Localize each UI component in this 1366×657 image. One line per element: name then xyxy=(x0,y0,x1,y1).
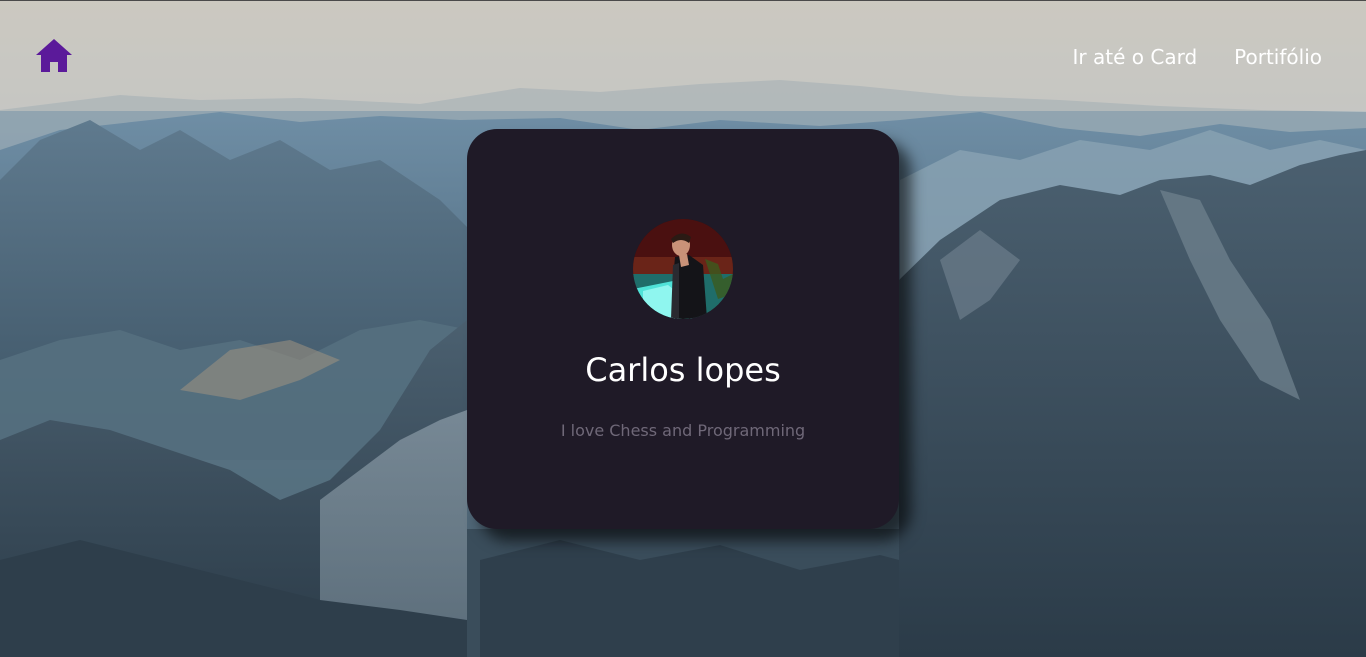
profile-bio: I love Chess and Programming xyxy=(560,421,806,440)
avatar xyxy=(633,219,733,319)
nav-link-portfolio[interactable]: Portifólio xyxy=(1234,44,1322,70)
profile-name: Carlos lopes xyxy=(585,351,781,389)
nav-links: Ir até o Card Portifólio xyxy=(1073,44,1322,70)
home-button[interactable] xyxy=(35,38,73,74)
page: Ir até o Card Portifólio Carlos lopes I xyxy=(0,0,1366,657)
avatar-photo xyxy=(633,219,733,319)
nav-link-card[interactable]: Ir até o Card xyxy=(1073,44,1198,70)
top-navbar: Ir até o Card Portifólio xyxy=(0,0,1366,111)
home-icon xyxy=(36,39,72,72)
profile-card: Carlos lopes I love Chess and Programmin… xyxy=(467,129,899,529)
